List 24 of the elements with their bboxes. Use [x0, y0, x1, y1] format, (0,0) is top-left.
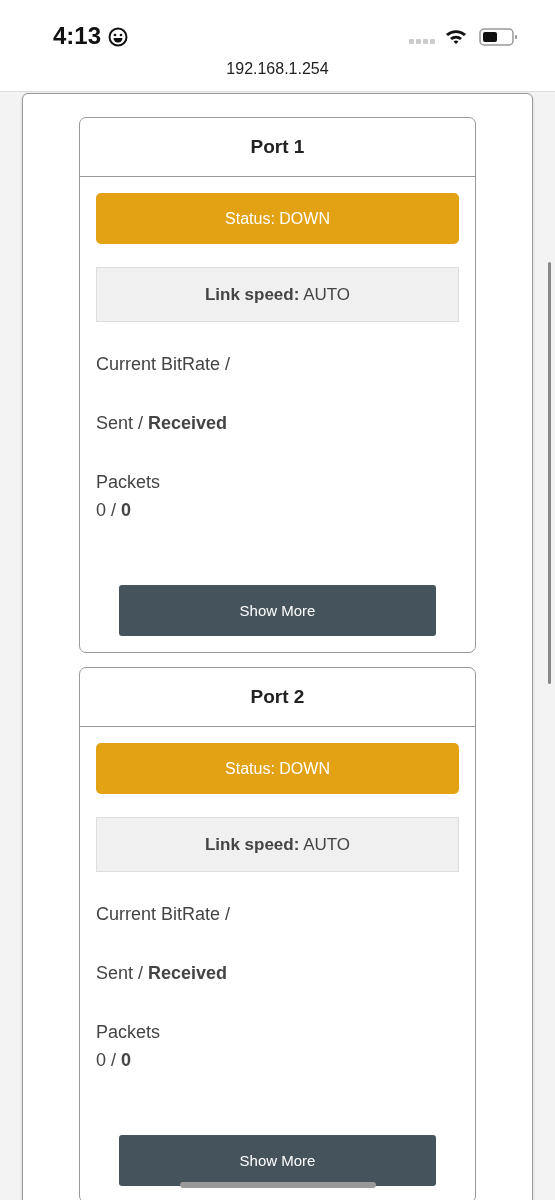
scrollbar[interactable]	[548, 262, 551, 684]
sent-received-label: Sent / Received	[96, 413, 228, 433]
link-speed-box: Link speed: AUTO	[96, 817, 459, 872]
card-title: Port 1	[250, 136, 305, 158]
signal-icon	[409, 39, 435, 45]
url-text: 192.168.1.254	[226, 60, 329, 78]
packets-value: 0 / 0	[96, 1050, 132, 1070]
card-title: Port 2	[250, 686, 305, 708]
wifi-icon	[445, 28, 467, 46]
battery-icon	[479, 27, 519, 47]
show-more-button[interactable]: Show More	[119, 585, 436, 636]
home-indicator[interactable]	[180, 1182, 376, 1188]
status-banner: Status: DOWN	[96, 743, 459, 794]
packets-label: Packets	[96, 472, 161, 492]
smiley-icon	[108, 27, 128, 47]
packets-value: 0 / 0	[96, 500, 132, 520]
sent-received-label: Sent / Received	[96, 963, 228, 983]
link-speed-box: Link speed: AUTO	[96, 267, 459, 322]
show-more-button[interactable]: Show More	[119, 1135, 436, 1186]
status-banner: Status: DOWN	[96, 193, 459, 244]
bitrate-label: Current BitRate /	[96, 904, 231, 924]
clock-time: 4:13	[53, 22, 102, 50]
bitrate-label: Current BitRate /	[96, 354, 231, 374]
packets-label: Packets	[96, 1022, 161, 1042]
